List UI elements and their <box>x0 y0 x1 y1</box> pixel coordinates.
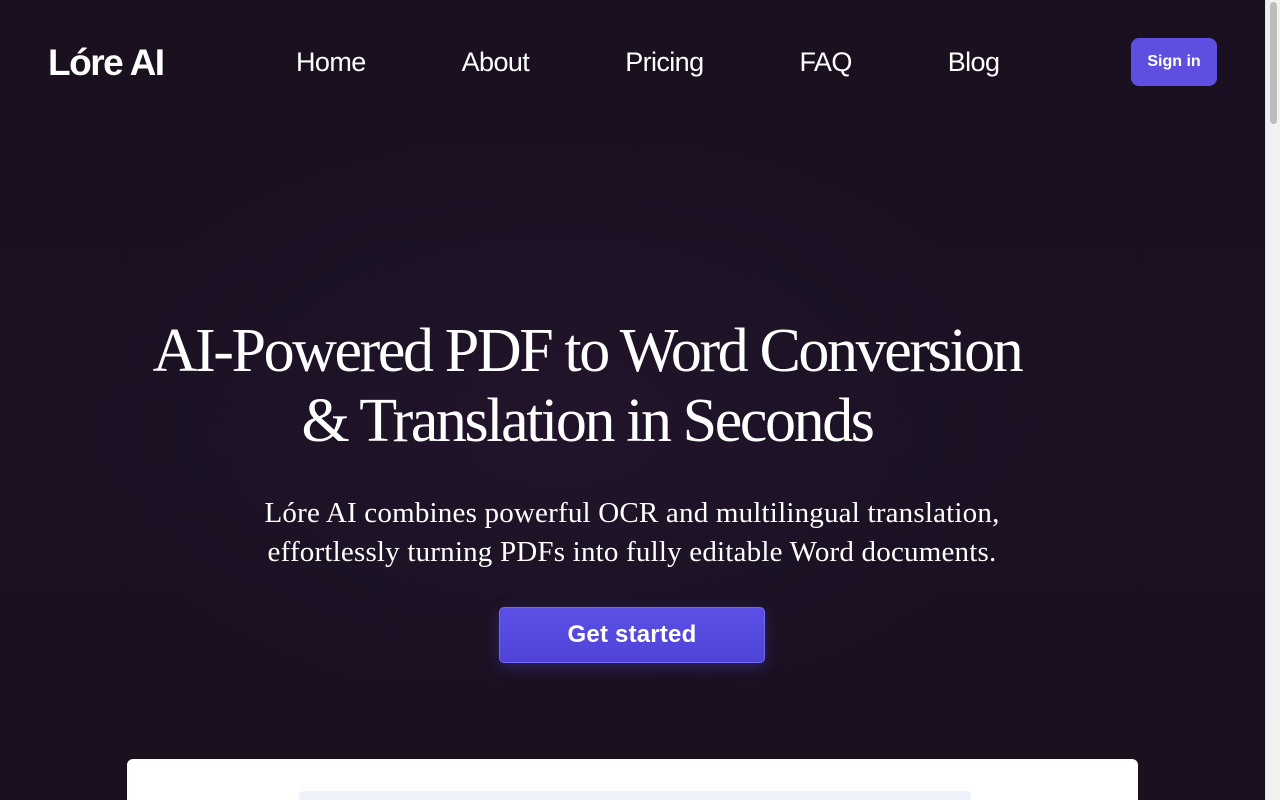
hero-title-line-1: AI-Powered PDF to Word Conversion <box>152 317 1024 385</box>
sign-in-button[interactable]: Sign in <box>1131 38 1217 86</box>
hero-title: AI-Powered PDF to Word Conversion & Tran… <box>140 316 1034 456</box>
nav-link-about[interactable]: About <box>462 44 530 80</box>
hero-title-line-2: & Translation in Seconds <box>301 387 874 455</box>
page-scrollbar[interactable] <box>1265 0 1280 800</box>
nav-link-blog[interactable]: Blog <box>948 44 1000 80</box>
logo[interactable]: Lóre AI <box>48 40 165 86</box>
main-nav: Home About Pricing FAQ Blog <box>296 44 1000 80</box>
preview-content-strip <box>299 791 971 800</box>
get-started-button[interactable]: Get started <box>499 607 765 663</box>
nav-link-faq[interactable]: FAQ <box>800 44 853 80</box>
nav-link-home[interactable]: Home <box>296 44 366 80</box>
product-preview-card <box>127 759 1138 800</box>
hero-subtitle: Lóre AI combines powerful OCR and multil… <box>212 494 1052 572</box>
nav-link-pricing[interactable]: Pricing <box>625 44 704 80</box>
top-navbar: Lóre AI Home About Pricing FAQ Blog Sign… <box>0 0 1264 124</box>
scrollbar-thumb[interactable] <box>1270 2 1277 124</box>
hero-subtitle-line-1: Lóre AI combines powerful OCR and multil… <box>264 497 1000 529</box>
hero-subtitle-line-2: effortlessly turning PDFs into fully edi… <box>267 536 997 568</box>
